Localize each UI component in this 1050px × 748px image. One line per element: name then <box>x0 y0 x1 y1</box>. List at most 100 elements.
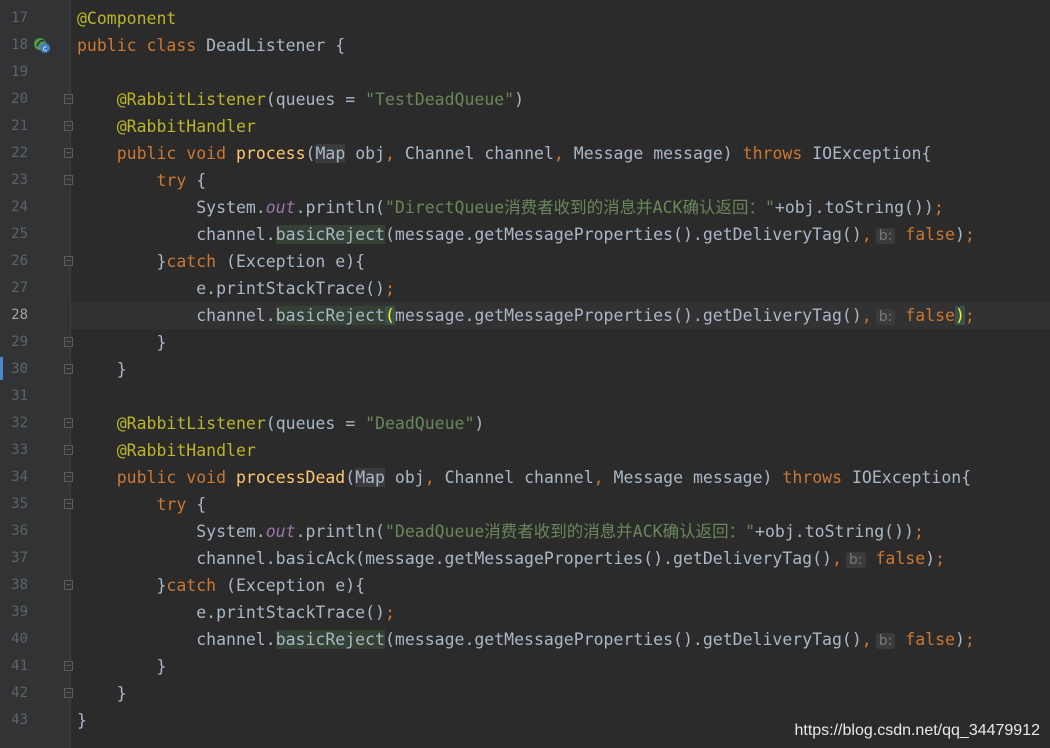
code-token: IOException{ <box>851 468 972 487</box>
code-token: } <box>77 333 167 352</box>
fold-marker-icon[interactable] <box>64 661 73 671</box>
code-text: } <box>77 329 166 356</box>
code-text: System.out.println("DirectQueue消费者收到的消息并… <box>77 194 944 221</box>
code-token: ; <box>935 549 946 568</box>
code-line[interactable]: 37 channel.basicAck(message.getMessagePr… <box>0 545 1050 572</box>
code-line[interactable]: 26 }catch (Exception e){ <box>0 248 1050 275</box>
fold-marker-icon[interactable] <box>64 418 73 428</box>
fold-marker-icon[interactable] <box>64 364 73 374</box>
code-token: } <box>77 252 167 271</box>
parameter-hint: b: <box>875 633 896 649</box>
svg-text:c: c <box>43 44 47 53</box>
code-text: public void process(Map obj, Channel cha… <box>77 140 931 167</box>
code-token: @Component <box>77 9 177 28</box>
code-line[interactable]: 33 @RabbitHandler <box>0 437 1050 464</box>
code-token: false <box>895 225 955 244</box>
code-line[interactable]: 23 try { <box>0 167 1050 194</box>
code-token: throws <box>782 468 852 487</box>
code-line[interactable]: 29 } <box>0 329 1050 356</box>
code-token: , <box>861 225 872 244</box>
fold-marker-icon[interactable] <box>64 148 73 158</box>
code-token: , <box>831 549 842 568</box>
code-token: ( <box>345 468 356 487</box>
code-token: class <box>146 36 207 55</box>
fold-marker-icon[interactable] <box>64 688 73 698</box>
code-token: message.getMessageProperties().getDelive… <box>394 306 862 325</box>
code-token: ; <box>964 630 975 649</box>
code-line[interactable]: 32 @RabbitListener(queues = "DeadQueue") <box>0 410 1050 437</box>
code-line[interactable]: 19 <box>0 59 1050 86</box>
code-line[interactable]: 27 e.printStackTrace(); <box>0 275 1050 302</box>
code-line[interactable]: 21 @RabbitHandler <box>0 113 1050 140</box>
code-line[interactable]: 38 }catch (Exception e){ <box>0 572 1050 599</box>
code-token: Message message) <box>573 144 743 163</box>
code-line[interactable]: 28 channel.basicReject(message.getMessag… <box>0 302 1050 329</box>
code-token: channel.basicAck(message.getMessagePrope… <box>77 549 832 568</box>
code-line[interactable]: 35 try { <box>0 491 1050 518</box>
fold-marker-icon[interactable] <box>64 337 73 347</box>
code-token: false <box>895 630 955 649</box>
code-line[interactable]: 41 } <box>0 653 1050 680</box>
code-token: catch <box>166 252 227 271</box>
code-line[interactable]: 25 channel.basicReject(message.getMessag… <box>0 221 1050 248</box>
code-token: IOException{ <box>812 144 932 163</box>
code-line[interactable]: 34 public void processDead(Map obj, Chan… <box>0 464 1050 491</box>
code-token: ( <box>305 144 316 163</box>
code-token: } <box>77 657 167 676</box>
code-token: void <box>186 468 236 487</box>
code-token: Channel channel <box>404 144 554 163</box>
code-token: false <box>865 549 926 568</box>
code-token: } <box>77 360 127 379</box>
fold-marker-icon[interactable] <box>64 94 73 104</box>
line-number: 28 <box>11 307 28 323</box>
code-token: catch <box>166 576 227 595</box>
code-token: , <box>424 468 445 487</box>
code-token: throws <box>742 144 813 163</box>
code-text: @RabbitListener(queues = "TestDeadQueue"… <box>77 86 524 113</box>
parameter-hint: b: <box>875 309 896 325</box>
line-number: 34 <box>11 469 28 485</box>
fold-marker-icon[interactable] <box>64 472 73 482</box>
line-number: 41 <box>11 658 28 674</box>
code-line[interactable]: 24 System.out.println("DirectQueue消费者收到的… <box>0 194 1050 221</box>
fold-marker-icon[interactable] <box>64 580 73 590</box>
code-token: (Exception e){ <box>226 576 366 595</box>
fold-marker-icon[interactable] <box>64 499 73 509</box>
parameter-hint: b: <box>845 552 866 568</box>
code-token: ; <box>964 306 975 325</box>
code-text: System.out.println("DeadQueue消费者收到的消息并AC… <box>77 518 924 545</box>
line-number: 26 <box>11 253 28 269</box>
code-token: Map <box>355 468 385 487</box>
line-number: 36 <box>11 523 28 539</box>
fold-marker-icon[interactable] <box>64 445 73 455</box>
code-line[interactable]: 39 e.printStackTrace(); <box>0 599 1050 626</box>
code-line[interactable]: 42 } <box>0 680 1050 707</box>
fold-marker-icon[interactable] <box>64 256 73 266</box>
code-line[interactable]: 17 @Component <box>0 5 1050 32</box>
line-number: 20 <box>11 91 28 107</box>
code-text: @Component <box>77 5 176 32</box>
code-line[interactable]: 31 <box>0 383 1050 410</box>
code-token: .println( <box>295 198 385 217</box>
code-token: @RabbitListener <box>116 90 266 109</box>
code-token: channel. <box>77 225 276 244</box>
code-token: , <box>385 144 405 163</box>
code-line[interactable]: 40 channel.basicReject(message.getMessag… <box>0 626 1050 653</box>
spring-bean-icon[interactable]: c <box>33 36 51 54</box>
fold-marker-icon[interactable] <box>64 175 73 185</box>
code-line[interactable]: 36 System.out.println("DeadQueue消费者收到的消息… <box>0 518 1050 545</box>
fold-marker-icon[interactable] <box>64 121 73 131</box>
code-token: basicReject <box>275 630 385 649</box>
code-token: ) <box>514 90 525 109</box>
line-number: 19 <box>11 64 28 80</box>
code-line[interactable]: 18 c public class DeadListener { <box>0 32 1050 59</box>
code-line[interactable]: 30 } <box>0 356 1050 383</box>
code-text: e.printStackTrace(); <box>77 599 395 626</box>
code-token: System. <box>77 522 266 541</box>
code-line[interactable]: 22 public void process(Map obj, Channel … <box>0 140 1050 167</box>
line-number: 23 <box>11 172 28 188</box>
code-token: out <box>265 522 296 541</box>
line-number: 25 <box>11 226 28 242</box>
code-line[interactable]: 20 @RabbitListener(queues = "TestDeadQue… <box>0 86 1050 113</box>
